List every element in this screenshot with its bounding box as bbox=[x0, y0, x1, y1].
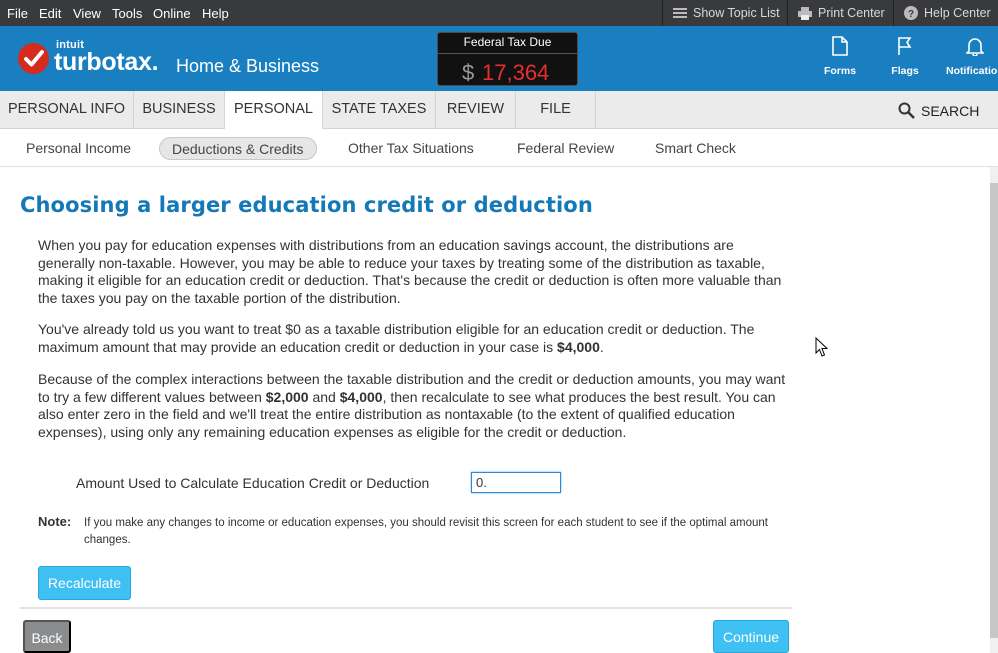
federal-tax-due-box: Federal Tax Due $ 17,364 bbox=[437, 32, 578, 86]
federal-tax-due-label: Federal Tax Due bbox=[463, 35, 552, 49]
scrollbar-thumb[interactable] bbox=[990, 183, 998, 638]
menu-bar: File Edit View Tools Online Help Show To… bbox=[0, 0, 998, 26]
notifications-button[interactable]: Notifications bbox=[942, 36, 998, 77]
turbotax-logo-text: turbotax. bbox=[54, 48, 159, 76]
flags-label: Flags bbox=[891, 65, 919, 77]
menu-edit[interactable]: Edit bbox=[39, 6, 61, 21]
intro-paragraph: When you pay for education expenses with… bbox=[38, 237, 782, 306]
mouse-cursor-icon bbox=[815, 337, 828, 357]
main-tabs: PERSONAL INFO BUSINESS PERSONAL STATE TA… bbox=[0, 91, 998, 130]
maximum-amount: $4,000 bbox=[557, 338, 600, 355]
subtab-other-tax-situations[interactable]: Other Tax Situations bbox=[348, 137, 474, 160]
forms-label: Forms bbox=[823, 65, 857, 77]
note-text: If you make any changes to income or edu… bbox=[84, 517, 768, 546]
education-amount-input[interactable] bbox=[471, 472, 561, 493]
document-icon bbox=[832, 36, 848, 56]
list-icon bbox=[673, 8, 687, 18]
current-amount-paragraph: You've already told us you want to treat… bbox=[38, 321, 790, 356]
range-max-amount: $4,000 bbox=[339, 388, 383, 405]
continue-button[interactable]: Continue bbox=[713, 620, 789, 653]
range-paragraph: Because of the complex interactions betw… bbox=[38, 371, 790, 441]
federal-tax-due-amount: 17,364 bbox=[482, 60, 550, 85]
print-center-label: Print Center bbox=[818, 6, 885, 20]
printer-icon bbox=[798, 6, 812, 20]
show-topic-list-label: Show Topic List bbox=[693, 6, 780, 20]
menu-view[interactable]: View bbox=[73, 6, 101, 21]
forms-button[interactable]: Forms bbox=[810, 36, 870, 77]
help-center-button[interactable]: ? Help Center bbox=[893, 0, 998, 26]
flags-button[interactable]: Flags bbox=[875, 36, 935, 77]
subtab-federal-review[interactable]: Federal Review bbox=[517, 137, 614, 160]
tab-personal-info[interactable]: PERSONAL INFO bbox=[0, 91, 134, 129]
tax-due-currency: $ bbox=[462, 60, 475, 85]
subtab-personal-income[interactable]: Personal Income bbox=[26, 137, 131, 160]
range-and-text: and bbox=[308, 388, 340, 405]
tab-state-taxes[interactable]: STATE TAXES bbox=[323, 91, 436, 129]
sub-tabs: Personal Income Deductions & Credits Oth… bbox=[0, 129, 998, 167]
search-label: SEARCH bbox=[921, 102, 980, 119]
app-header: intuit turbotax. Home & Business Federal… bbox=[0, 26, 998, 91]
vertical-scrollbar[interactable] bbox=[990, 167, 998, 653]
tab-personal[interactable]: PERSONAL bbox=[225, 91, 323, 130]
help-center-label: Help Center bbox=[924, 6, 991, 20]
tab-file[interactable]: FILE bbox=[516, 91, 596, 129]
turbotax-logo-icon bbox=[18, 43, 49, 74]
show-topic-list-button[interactable]: Show Topic List bbox=[662, 0, 787, 26]
tab-business[interactable]: BUSINESS bbox=[134, 91, 225, 129]
page-title: Choosing a larger education credit or de… bbox=[20, 193, 593, 217]
range-min-amount: $2,000 bbox=[265, 388, 309, 405]
notifications-label: Notifications bbox=[946, 65, 998, 77]
subtab-deductions-credits[interactable]: Deductions & Credits bbox=[159, 137, 317, 160]
back-button[interactable]: Back bbox=[23, 620, 71, 653]
product-edition: Home & Business bbox=[176, 56, 320, 76]
recalculate-button[interactable]: Recalculate bbox=[38, 566, 131, 600]
search-button[interactable]: SEARCH bbox=[898, 102, 979, 119]
menu-tools[interactable]: Tools bbox=[112, 6, 142, 21]
search-icon bbox=[898, 102, 915, 119]
svg-text:?: ? bbox=[908, 9, 914, 20]
menu-file[interactable]: File bbox=[7, 6, 28, 21]
subtab-smart-check[interactable]: Smart Check bbox=[655, 137, 736, 160]
amount-field-label: Amount Used to Calculate Education Credi… bbox=[76, 475, 430, 491]
tax-box-divider bbox=[438, 53, 577, 54]
tab-review[interactable]: REVIEW bbox=[436, 91, 516, 129]
print-center-button[interactable]: Print Center bbox=[787, 0, 893, 26]
menu-online[interactable]: Online bbox=[153, 6, 191, 21]
note-label: Note: bbox=[38, 514, 72, 529]
period-text: . bbox=[599, 338, 604, 355]
help-icon: ? bbox=[904, 6, 918, 20]
current-amount-text: You've already told us you want to treat… bbox=[38, 321, 755, 355]
content-divider bbox=[20, 607, 792, 609]
menu-help[interactable]: Help bbox=[202, 6, 229, 21]
flag-icon bbox=[898, 37, 912, 55]
bell-icon bbox=[965, 38, 985, 57]
